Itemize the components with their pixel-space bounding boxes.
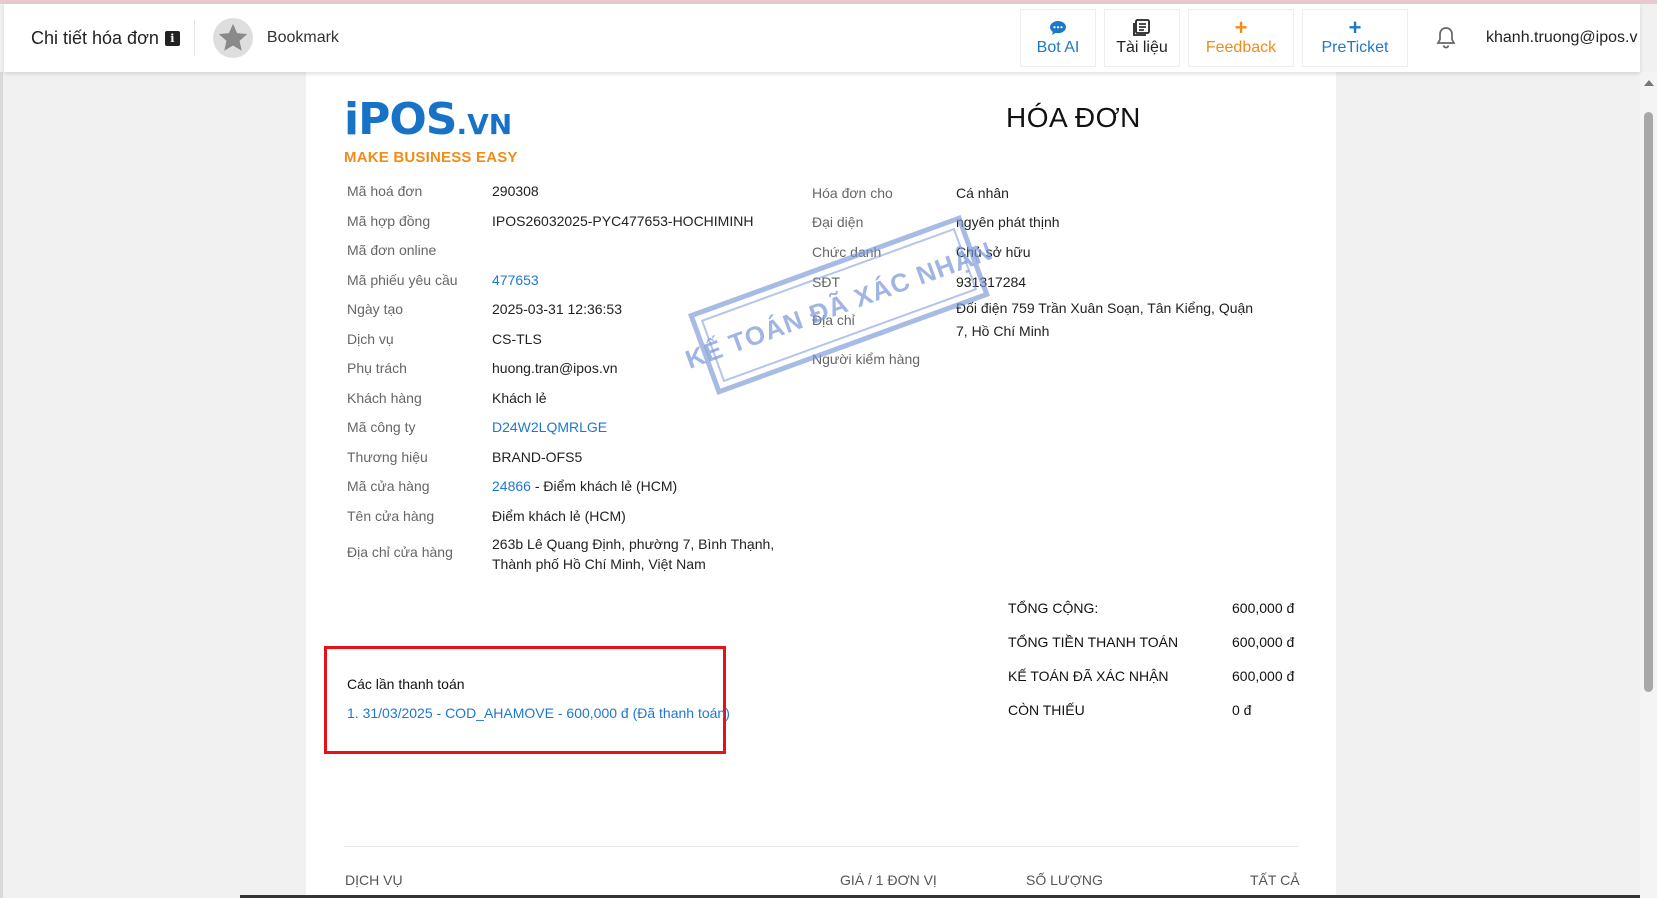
- field-label: Ngày tạo: [347, 301, 404, 317]
- store-address-value: 263b Lê Quang Định, phường 7, Bình Thạnh…: [492, 534, 774, 574]
- field-label: Mã đơn online: [347, 242, 437, 258]
- docs-label: Tài liệu: [1116, 39, 1168, 56]
- logo-suffix: .VN: [456, 108, 513, 141]
- field-label: Mã công ty: [347, 419, 416, 435]
- logo-wordmark: iPOS.VN: [344, 98, 518, 147]
- plus-icon: +: [1234, 15, 1248, 40]
- preticket-button[interactable]: + PreTicket: [1302, 9, 1408, 67]
- field-label: Tên cửa hàng: [347, 508, 435, 524]
- store-address-line: 263b Lê Quang Định, phường 7, Bình Thạnh…: [492, 536, 775, 552]
- scrollbar[interactable]: [1640, 72, 1657, 898]
- contract-code-value: IPOS26032025-PYC477653-HOCHIMINH: [492, 213, 754, 229]
- total-paid-value: 600,000 đ: [1232, 634, 1295, 650]
- preticket-label: PreTicket: [1321, 39, 1389, 56]
- scroll-thumb[interactable]: [1644, 112, 1653, 692]
- column-header-quantity: SỐ LƯỢNG: [1026, 872, 1103, 888]
- user-email[interactable]: khanh.truong@ipos.vn: [1486, 29, 1638, 47]
- info-icon[interactable]: i: [164, 30, 180, 46]
- page-title-text: Chi tiết hóa đơn: [31, 27, 159, 48]
- company-code-link[interactable]: D24W2LQMRLGE: [492, 419, 607, 435]
- field-label: Địa chỉ cửa hàng: [347, 544, 453, 560]
- representative-value: ngyên phát thịnh: [956, 214, 1060, 230]
- docs-button[interactable]: Tài liệu: [1104, 9, 1180, 67]
- payment-item-link[interactable]: 1. 31/03/2025 - COD_AHAMOVE - 600,000 đ …: [347, 705, 730, 721]
- table-divider: [345, 846, 1298, 847]
- payments-box: Các lần thanh toán 1. 31/03/2025 - COD_A…: [324, 646, 730, 754]
- field-label: Mã hoá đơn: [347, 183, 423, 199]
- bookmark-button[interactable]: Bookmark: [212, 18, 339, 58]
- field-label: Mã phiếu yêu cầu: [347, 272, 458, 288]
- remaining-value: 0 đ: [1232, 702, 1252, 718]
- customer-value: Khách lẻ: [492, 390, 547, 406]
- field-label: Mã hợp đồng: [347, 213, 431, 229]
- feedback-label: Feedback: [1205, 39, 1277, 56]
- document-icon: [1133, 19, 1151, 37]
- brand-value: BRAND-OFS5: [492, 449, 583, 465]
- logo-tagline: MAKE BUSINESS EASY: [344, 149, 518, 166]
- total-paid-label: TỔNG TIỀN THANH TOÁN: [1008, 634, 1179, 650]
- remaining-label: CÒN THIẾU: [1008, 702, 1085, 718]
- chat-bubble-icon: [1049, 19, 1067, 37]
- field-label: Thương hiệu: [347, 449, 428, 465]
- store-code-link[interactable]: 24866: [492, 478, 531, 494]
- payments-title: Các lần thanh toán: [347, 676, 465, 692]
- address-line: 7, Hồ Chí Minh: [956, 323, 1050, 339]
- bot-ai-button[interactable]: Bot AI: [1020, 9, 1096, 67]
- field-label: Dịch vụ: [347, 331, 394, 347]
- store-code-value: 24866 - Điểm khách lẻ (HCM): [492, 478, 677, 494]
- logo-text: iPOS: [344, 94, 457, 145]
- column-header-service: DỊCH VỤ: [345, 872, 403, 888]
- address-line: Đối điện 759 Trần Xuân Soạn, Tân Kiểng, …: [956, 300, 1254, 316]
- top-header: Chi tiết hóa đơn i Bookmark Bot AI Tài l…: [4, 4, 1640, 72]
- store-name-value: Điểm khách lẻ (HCM): [492, 508, 626, 524]
- assignee-value: huong.tran@ipos.vn: [492, 360, 618, 376]
- feedback-button[interactable]: + Feedback: [1188, 9, 1294, 67]
- invoice-title: HÓA ĐƠN: [1006, 102, 1141, 133]
- invoice-code-value: 290308: [492, 183, 539, 199]
- bell-icon[interactable]: [1426, 26, 1466, 50]
- accounting-confirmed-value: 600,000 đ: [1232, 668, 1295, 684]
- field-label: Phụ trách: [347, 360, 407, 376]
- scroll-up-icon[interactable]: [1644, 80, 1654, 86]
- field-label: Hóa đơn cho: [812, 185, 893, 201]
- field-label: Đại diện: [812, 214, 864, 230]
- header-actions: Bot AI Tài liệu + Feedback + PreTicket k…: [1020, 4, 1640, 72]
- total-value: 600,000 đ: [1232, 600, 1295, 616]
- star-icon[interactable]: [212, 18, 253, 58]
- plus-icon: +: [1348, 15, 1362, 40]
- service-value: CS-TLS: [492, 331, 542, 347]
- page-title: Chi tiết hóa đơn i: [31, 28, 180, 49]
- field-label: Mã cửa hàng: [347, 478, 430, 494]
- created-date-value: 2025-03-31 12:36:53: [492, 301, 622, 317]
- request-code-link[interactable]: 477653: [492, 272, 539, 288]
- field-label: Khách hàng: [347, 390, 422, 406]
- column-header-unit-price: GIÁ / 1 ĐƠN VỊ: [840, 872, 937, 888]
- address-value: Đối điện 759 Trần Xuân Soạn, Tân Kiểng, …: [956, 297, 1253, 343]
- bookmark-label[interactable]: Bookmark: [267, 29, 339, 47]
- accounting-confirmed-label: KẾ TOÁN ĐÃ XÁC NHẬN: [1008, 668, 1169, 684]
- store-code-suffix: - Điểm khách lẻ (HCM): [530, 478, 678, 494]
- store-address-line: Thành phố Hồ Chí Minh, Việt Nam: [492, 556, 706, 572]
- total-label: TỔNG CỘNG:: [1008, 600, 1099, 616]
- approval-stamp: KẾ TOÁN ĐÃ XÁC NHẬN: [681, 215, 997, 395]
- column-header-total: TẤT CẢ: [1250, 872, 1300, 888]
- bot-ai-label: Bot AI: [1036, 39, 1080, 56]
- bill-to-value: Cá nhân: [956, 185, 1009, 201]
- invoice-sheet: iPOS.VN MAKE BUSINESS EASY HÓA ĐƠN Mã ho…: [306, 72, 1336, 898]
- header-divider: [193, 20, 195, 56]
- ipos-logo: iPOS.VN MAKE BUSINESS EASY: [344, 98, 518, 167]
- left-edge: [0, 72, 3, 898]
